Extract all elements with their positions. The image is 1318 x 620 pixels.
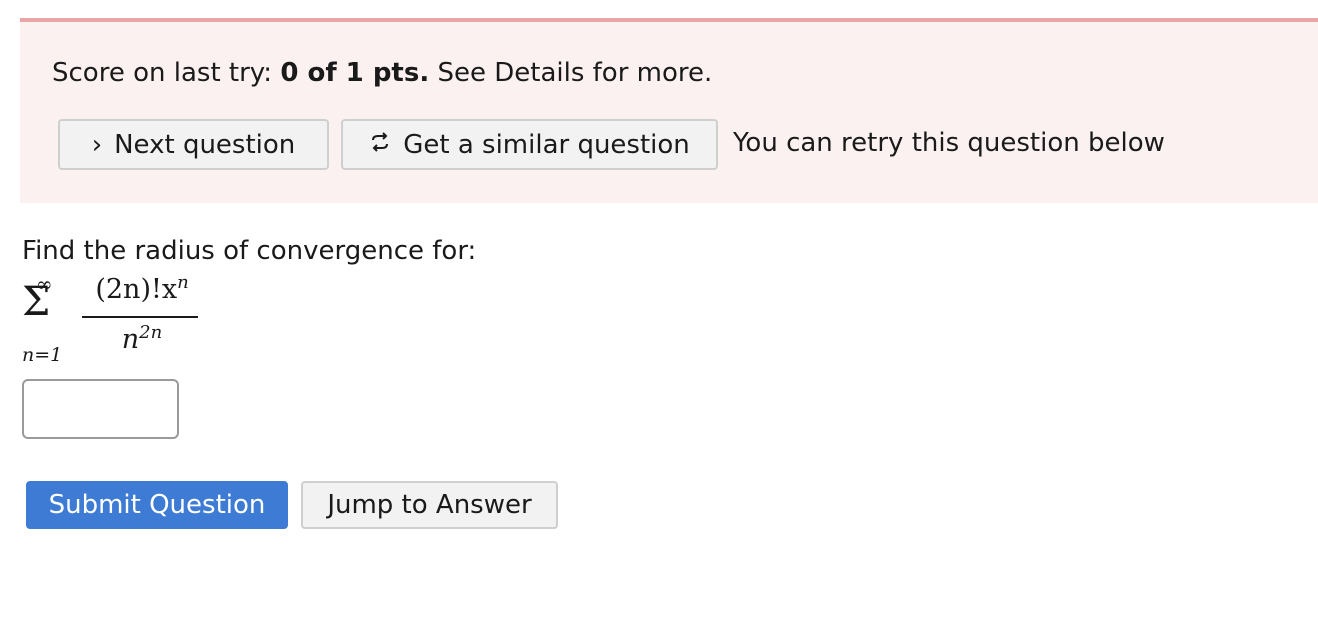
next-question-label: Next question bbox=[114, 129, 296, 160]
sum-lower-limit: n=1 bbox=[22, 344, 63, 366]
retry-arrows-icon bbox=[369, 130, 391, 160]
jump-to-answer-button[interactable]: Jump to Answer bbox=[301, 481, 558, 529]
question-page: Score on last try: 0 of 1 pts. See Detai… bbox=[0, 0, 1318, 620]
denominator-base: n bbox=[121, 324, 140, 355]
chevron-right-icon: › bbox=[91, 129, 103, 160]
denominator-exponent: 2n bbox=[139, 322, 163, 344]
summation-symbol: Σ bbox=[22, 279, 51, 325]
similar-question-button[interactable]: Get a similar question bbox=[341, 119, 718, 170]
fraction-denominator: n2n bbox=[86, 324, 198, 355]
series-expression: ∞ Σ n=1 (2n)!xn n2n bbox=[18, 272, 218, 372]
retry-note: You can retry this question below bbox=[733, 128, 1165, 158]
answer-input[interactable] bbox=[22, 379, 179, 439]
numerator-base: (2n)!x bbox=[95, 274, 178, 305]
score-summary: Score on last try: 0 of 1 pts. See Detai… bbox=[52, 58, 712, 88]
question-prompt: Find the radius of convergence for: bbox=[22, 236, 477, 266]
submit-question-button[interactable]: Submit Question bbox=[26, 481, 288, 529]
fraction-numerator: (2n)!xn bbox=[86, 274, 198, 305]
numerator-exponent: n bbox=[177, 272, 189, 294]
fraction-bar bbox=[82, 316, 198, 318]
similar-question-label: Get a similar question bbox=[403, 129, 690, 160]
score-banner: Score on last try: 0 of 1 pts. See Detai… bbox=[20, 18, 1318, 203]
next-question-button[interactable]: › Next question bbox=[58, 119, 329, 170]
score-prefix: Score on last try: bbox=[52, 58, 281, 88]
score-suffix: See Details for more. bbox=[429, 58, 713, 88]
score-value: 0 of 1 pts. bbox=[280, 58, 430, 88]
